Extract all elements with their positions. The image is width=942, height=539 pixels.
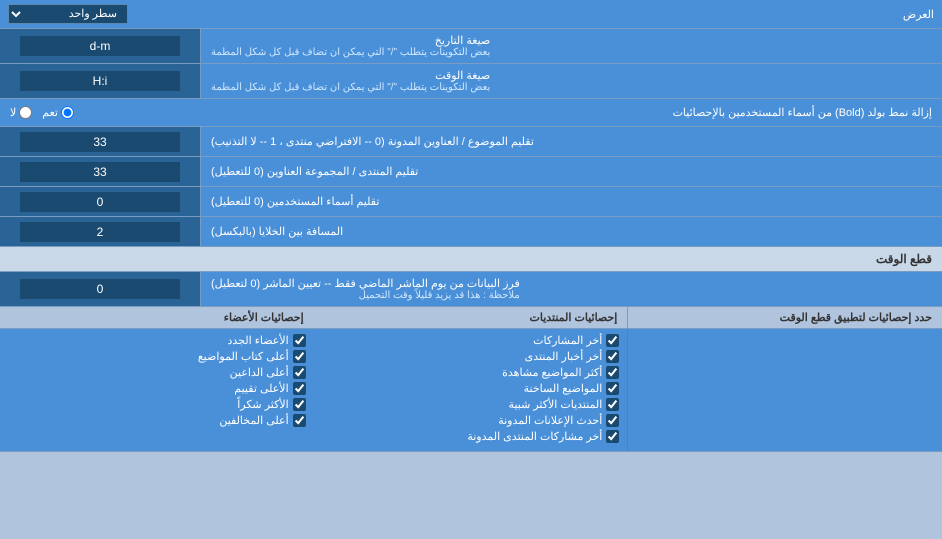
username-align-input[interactable] xyxy=(20,192,180,212)
header-row: العرض سطر واحد xyxy=(0,0,942,29)
checkbox-last-topics-label: المواضيع الساخنة xyxy=(524,382,603,395)
checkbox-last-posts-input[interactable] xyxy=(606,334,619,347)
checkbox-top-visitors: أعلى المخالفين xyxy=(8,414,306,427)
title-align-input[interactable] xyxy=(20,132,180,152)
checkbox-last-announcements-input[interactable] xyxy=(606,414,619,427)
bold-radio-group: تعم لا xyxy=(10,106,74,119)
checkbox-last-topics: المواضيع الساخنة xyxy=(322,382,620,395)
time-format-row: صيغة الوقت بعض التكوينات يتطلب "/" التي … xyxy=(0,64,942,99)
forum-align-row: تقليم المنتدى / المجموعة العناوين (0 للت… xyxy=(0,157,942,187)
checkbox-top-posters-input[interactable] xyxy=(293,350,306,363)
checkbox-last-blog-posts-label: أخر مشاركات المنتدى المدونة xyxy=(467,430,602,443)
bold-radio-yes[interactable] xyxy=(61,106,74,119)
checkbox-top-donors-label: أعلى الداعين xyxy=(230,366,289,379)
time-format-input-container xyxy=(0,64,200,98)
checkbox-new-members-label: الأعضاء الجدد xyxy=(227,334,288,347)
checkbox-top-donors-input[interactable] xyxy=(293,366,306,379)
date-format-label: صيغة التاريخ بعض التكوينات يتطلب "/" الت… xyxy=(200,29,942,63)
date-format-input-container xyxy=(0,29,200,63)
checkbox-last-news-label: أخر أخبار المنتدى xyxy=(525,350,603,363)
checkbox-new-members: الأعضاء الجدد xyxy=(8,334,306,347)
col2-header: إحصائيات الأعضاء xyxy=(0,307,314,328)
limit-label: حدد إحصائيات لتطبيق قطع الوقت xyxy=(628,307,942,328)
forum-align-input-container xyxy=(0,157,200,186)
checkbox-most-viewed-input[interactable] xyxy=(606,366,619,379)
bold-row: إزالة نمط بولد (Bold) من أسماء المستخدمي… xyxy=(0,99,942,127)
realtime-filter-input-container xyxy=(0,272,200,306)
checkbox-last-announcements: أحدث الإعلانات المدونة xyxy=(322,414,620,427)
checkbox-most-viewed: أكثر المواضيع مشاهدة xyxy=(322,366,620,379)
checkbox-last-posts: أخر المشاركات xyxy=(322,334,620,347)
checkbox-popular-forums-label: المنتديات الأكثر شبية xyxy=(509,398,603,411)
username-align-row: تقليم أسماء المستخدمين (0 للتعطيل) xyxy=(0,187,942,217)
empty-col xyxy=(628,329,942,451)
checkbox-popular-forums-input[interactable] xyxy=(606,398,619,411)
username-align-input-container xyxy=(0,187,200,216)
forum-align-input[interactable] xyxy=(20,162,180,182)
checkbox-top-rated: الأعلى تقييم xyxy=(8,382,306,395)
checkbox-last-blog-posts: أخر مشاركات المنتدى المدونة xyxy=(322,430,620,443)
checkbox-last-posts-label: أخر المشاركات xyxy=(533,334,602,347)
title-align-row: تقليم الموضوع / العناوين المدونة (0 -- ا… xyxy=(0,127,942,157)
checkbox-last-news-input[interactable] xyxy=(606,350,619,363)
checkbox-most-thanks-label: الأكثر شكراً xyxy=(237,398,288,411)
cell-spacing-input-container xyxy=(0,217,200,246)
checkbox-top-posters: أعلى كتاب المواضيع xyxy=(8,350,306,363)
checkbox-last-topics-input[interactable] xyxy=(606,382,619,395)
checkboxes-section: حدد إحصائيات لتطبيق قطع الوقت إحصائيات ا… xyxy=(0,307,942,452)
checkbox-new-members-input[interactable] xyxy=(293,334,306,347)
realtime-filter-input[interactable] xyxy=(20,279,180,299)
checkboxes-header-row: حدد إحصائيات لتطبيق قطع الوقت إحصائيات ا… xyxy=(0,307,942,329)
col1-header: إحصائيات المنتديات xyxy=(314,307,629,328)
title-align-label: تقليم الموضوع / العناوين المدونة (0 -- ا… xyxy=(200,127,942,156)
date-format-row: صيغة التاريخ بعض التكوينات يتطلب "/" الت… xyxy=(0,29,942,64)
checkbox-top-visitors-label: أعلى المخالفين xyxy=(219,414,288,427)
checkbox-top-visitors-input[interactable] xyxy=(293,414,306,427)
time-format-label: صيغة الوقت بعض التكوينات يتطلب "/" التي … xyxy=(200,64,942,98)
checkbox-most-viewed-label: أكثر المواضيع مشاهدة xyxy=(502,366,602,379)
forum-align-label: تقليم المنتدى / المجموعة العناوين (0 للت… xyxy=(200,157,942,186)
checkbox-top-posters-label: أعلى كتاب المواضيع xyxy=(198,350,289,363)
checkbox-top-rated-input[interactable] xyxy=(293,382,306,395)
bold-radio-yes-label[interactable]: تعم xyxy=(42,106,74,119)
date-format-input[interactable] xyxy=(20,36,180,56)
checkboxes-grid: أخر المشاركات أخر أخبار المنتدى أكثر الم… xyxy=(0,329,942,451)
realtime-filter-row: فرز البيانات من يوم الماشر الماضي فقط --… xyxy=(0,272,942,307)
checkboxes-col2: الأعضاء الجدد أعلى كتاب المواضيع أعلى ال… xyxy=(0,329,314,451)
checkbox-last-announcements-label: أحدث الإعلانات المدونة xyxy=(498,414,602,427)
bold-radio-no-label[interactable]: لا xyxy=(10,106,32,119)
header-label: العرض xyxy=(128,8,934,21)
display-dropdown[interactable]: سطر واحد xyxy=(8,4,128,24)
realtime-section-title: قطع الوقت xyxy=(0,247,942,272)
checkbox-popular-forums: المنتديات الأكثر شبية xyxy=(322,398,620,411)
checkbox-last-news: أخر أخبار المنتدى xyxy=(322,350,620,363)
cell-spacing-input[interactable] xyxy=(20,222,180,242)
checkbox-most-thanks-input[interactable] xyxy=(293,398,306,411)
username-align-label: تقليم أسماء المستخدمين (0 للتعطيل) xyxy=(200,187,942,216)
checkbox-top-rated-label: الأعلى تقييم xyxy=(234,382,288,395)
checkbox-most-thanks: الأكثر شكراً xyxy=(8,398,306,411)
realtime-filter-label: فرز البيانات من يوم الماشر الماضي فقط --… xyxy=(200,272,942,306)
bold-radio-no[interactable] xyxy=(19,106,32,119)
cell-spacing-label: المسافة بين الخلايا (بالبكسل) xyxy=(200,217,942,246)
checkbox-last-blog-posts-input[interactable] xyxy=(606,430,619,443)
title-align-input-container xyxy=(0,127,200,156)
checkboxes-col1: أخر المشاركات أخر أخبار المنتدى أكثر الم… xyxy=(314,329,629,451)
cell-spacing-row: المسافة بين الخلايا (بالبكسل) xyxy=(0,217,942,247)
bold-label: إزالة نمط بولد (Bold) من أسماء المستخدمي… xyxy=(74,106,932,119)
time-format-input[interactable] xyxy=(20,71,180,91)
checkbox-top-donors: أعلى الداعين xyxy=(8,366,306,379)
